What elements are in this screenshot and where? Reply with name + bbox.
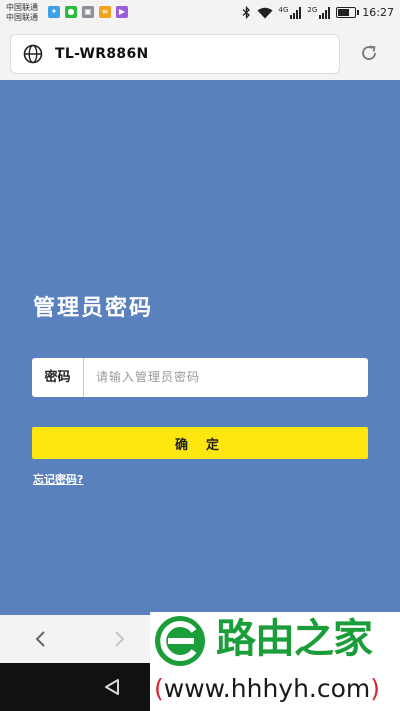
url-text[interactable]: TL-WR886N bbox=[55, 46, 149, 62]
bluetooth-icon bbox=[242, 6, 250, 19]
notification-icons: ✦ ● ▣ ≡ ▶ bbox=[48, 6, 128, 18]
notification-app-icon: ✦ bbox=[48, 6, 60, 18]
watermark: 路由之家 (www.hhhyh.com) bbox=[150, 612, 400, 711]
video-app-icon: ▶ bbox=[116, 6, 128, 18]
chevron-right-icon[interactable] bbox=[110, 630, 128, 648]
carrier-1: 中国联通 bbox=[6, 3, 38, 12]
password-input[interactable] bbox=[84, 358, 368, 395]
address-bar[interactable]: TL-WR886N bbox=[10, 34, 340, 74]
login-page: 管理员密码 密码 确定 忘记密码? bbox=[0, 80, 400, 615]
confirm-button[interactable]: 确定 bbox=[32, 427, 368, 459]
reload-icon[interactable] bbox=[359, 43, 379, 63]
chevron-left-icon[interactable] bbox=[32, 630, 50, 648]
network-type-1: 4G bbox=[278, 5, 289, 14]
battery-icon bbox=[336, 7, 360, 18]
carrier-2: 中国联通 bbox=[6, 13, 38, 22]
browser-address-area: TL-WR886N bbox=[0, 28, 400, 80]
status-bar: 中国联通 中国联通 ✦ ● ▣ ≡ ▶ 4G 2G 16:27 bbox=[0, 0, 400, 28]
triangle-back-icon[interactable] bbox=[102, 677, 122, 697]
signal-icon-1: 4G bbox=[278, 5, 302, 19]
forgot-password-link[interactable]: 忘记密码? bbox=[33, 471, 83, 487]
wechat-icon: ● bbox=[65, 6, 77, 18]
password-row: 密码 bbox=[32, 358, 368, 397]
wifi-icon bbox=[257, 7, 273, 18]
battery-level-fill bbox=[338, 9, 349, 16]
signal-icon-2: 2G bbox=[307, 5, 331, 19]
gallery-icon: ▣ bbox=[82, 6, 94, 18]
watermark-brand: 路由之家 bbox=[216, 616, 373, 662]
status-indicators: 4G 2G 16:27 bbox=[242, 6, 394, 19]
router-home-logo bbox=[155, 616, 205, 666]
notes-icon: ≡ bbox=[99, 6, 111, 18]
page-title: 管理员密码 bbox=[33, 296, 154, 321]
network-type-2: 2G bbox=[307, 5, 318, 14]
carrier-names: 中国联通 中国联通 bbox=[6, 3, 38, 23]
password-label: 密码 bbox=[32, 358, 84, 397]
globe-icon bbox=[23, 44, 43, 64]
clock: 16:27 bbox=[362, 6, 394, 19]
watermark-url: (www.hhhyh.com) bbox=[154, 674, 381, 703]
